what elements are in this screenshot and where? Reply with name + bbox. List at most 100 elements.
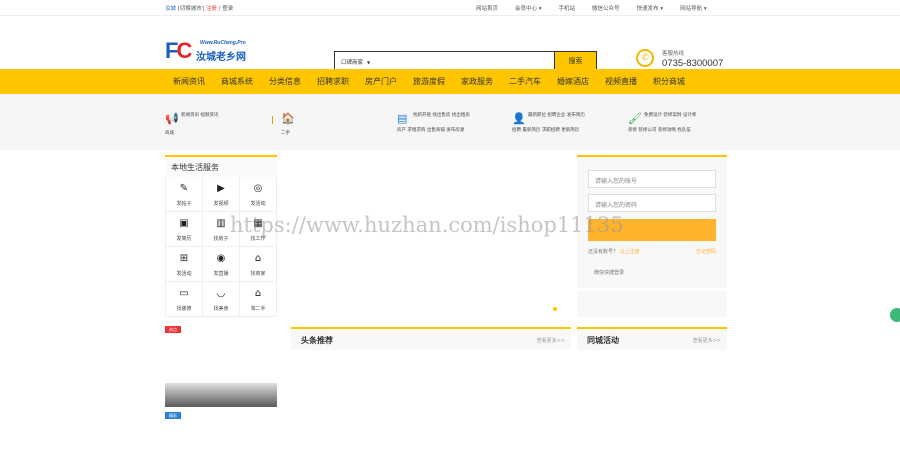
forgot-password-link[interactable]: 忘记密码 (696, 248, 716, 255)
activity-section: 同城活动 查看更多>> (577, 327, 727, 350)
phone-icon: ✆ (636, 49, 654, 67)
house-icon: 🏠 (281, 112, 295, 125)
mobile-site-link[interactable]: 手机站 (559, 4, 576, 12)
nav-live[interactable]: 视频直播 (605, 76, 637, 87)
featured-badge: 精彩 (165, 412, 181, 419)
top-left-links: 汝城 [切换城市] 注册 / 登录 (165, 4, 233, 12)
house-icon: ⌂ (254, 288, 262, 299)
site-nav-link[interactable]: 网站导航 ▾ (680, 4, 707, 12)
logo-url: Www.RuCheng.Pro (200, 40, 246, 46)
service-find-shop[interactable]: ⌂ 找商家 (240, 247, 277, 282)
search-bar: 口碑商家 搜索 (334, 51, 597, 71)
register-now-link[interactable]: 马上注册 (620, 249, 640, 255)
search-button[interactable]: 搜索 (554, 52, 596, 70)
register-link[interactable]: 注册 (206, 6, 217, 12)
strip-news-label[interactable]: 商城 (165, 130, 174, 136)
search-scope-select[interactable]: 口碑商家 (335, 52, 381, 70)
nav-jobs[interactable]: 招聘求职 (317, 76, 349, 87)
header: FC Www.RuCheng.Pro 汝城老乡网 口碑商家 搜索 ✆ 客服热线 … (0, 16, 900, 71)
current-city: 汝城 (165, 6, 177, 12)
headline-title: 头条推荐 (301, 336, 333, 345)
activity-title: 同城活动 (587, 336, 619, 345)
services-grid: ✎ 发帖子 ▶ 发视频 ◎ 发活动 ▣ 发简历 ▥ 找房子 ▦ 找工作 ⊞ 发活动 ◉ 发直播 … (165, 177, 277, 317)
password-input[interactable]: 请输入您的密码 (588, 194, 716, 212)
strip-realestate-sub[interactable]: 房产 求租求购 出售商铺 发布房源 (397, 127, 464, 133)
service-label: 发活动 (176, 271, 192, 277)
headline-section: 头条推荐 查看更多>> (291, 327, 571, 350)
shop-icon: ⌂ (254, 253, 262, 264)
promo-image[interactable] (165, 383, 277, 407)
login-link[interactable]: 登录 (222, 6, 233, 12)
nav-travel[interactable]: 旅游度假 (413, 76, 445, 87)
paint-roller-icon: ▭ (179, 288, 189, 299)
gift-icon: ⊞ (179, 253, 189, 264)
service-food[interactable]: ◡ 找美食 (203, 282, 240, 317)
quick-post-link[interactable]: 快速发布 ▾ (637, 4, 664, 12)
service-label: 发视频 (213, 201, 229, 207)
service-post[interactable]: ✎ 发帖子 (166, 177, 203, 212)
hot-badge: 热点 (165, 326, 181, 333)
strip-decoration-sub[interactable]: 装修 装修公司 装修攻略 找队伍 (628, 127, 691, 133)
nav-wedding[interactable]: 婚嫁酒店 (557, 76, 589, 87)
person-card-icon: ▣ (179, 218, 189, 229)
location-icon: ◎ (253, 183, 263, 194)
wechat-account-link[interactable]: 微信公众号 (592, 4, 620, 12)
logo-fc: FC (165, 38, 192, 63)
service-label: 找美食 (213, 306, 229, 312)
member-center-link[interactable]: 会员中心 ▾ (515, 4, 542, 12)
floating-chat-button[interactable] (890, 308, 900, 322)
service-label: 找装修 (176, 306, 192, 312)
service-label: 发简历 (176, 236, 192, 242)
strip-decoration-links[interactable]: 免费设计 装修案例 设计师 (644, 112, 696, 118)
headline-more-link[interactable]: 查看更多>> (537, 337, 565, 344)
nav-used-cars[interactable]: 二手汽车 (509, 76, 541, 87)
nav-housekeeping[interactable]: 家政服务 (461, 76, 493, 87)
service-live[interactable]: ◉ 发直播 (203, 247, 240, 282)
nav-realestate[interactable]: 房产门户 (365, 76, 397, 87)
nav-mall[interactable]: 商城系统 (221, 76, 253, 87)
service-secondhand[interactable]: ⌂ 淘二手 (240, 282, 277, 317)
nav-news[interactable]: 新闻资讯 (173, 76, 205, 87)
top-bar: 汝城 [切换城市] 注册 / 登录 网站首页 会员中心 ▾ 手机站 微信公众号 … (0, 0, 900, 16)
switch-city-link[interactable]: [切换城市] (178, 6, 204, 12)
home-link[interactable]: 网站首页 (476, 4, 498, 12)
hotline-label: 客服热线 (662, 51, 685, 57)
search-input[interactable] (381, 52, 554, 70)
service-event[interactable]: ⊞ 发活动 (166, 247, 203, 282)
strip-jobs-links[interactable]: 最新职位 招聘企业 发布简历 (528, 112, 585, 118)
login-links: 还没有账号？ 马上注册 忘记密码 (588, 248, 716, 255)
logo-name: 汝城老乡网 (196, 52, 246, 63)
service-label: 淘二手 (250, 306, 266, 312)
site-logo[interactable]: FC Www.RuCheng.Pro 汝城老乡网 (165, 36, 265, 66)
edit-icon: ✎ (179, 183, 189, 194)
nav-classifieds[interactable]: 分类信息 (269, 76, 301, 87)
local-services-title: 本地生活服务 (165, 155, 277, 177)
service-activity[interactable]: ◎ 发活动 (240, 177, 277, 212)
service-decoration[interactable]: ▭ 找装修 (166, 282, 203, 317)
strip-realestate-links[interactable]: 找新开盘 找出售房 找出租房 (413, 112, 470, 118)
activity-more-link[interactable]: 查看更多>> (693, 337, 721, 344)
hotline-number: 0735-8300007 (662, 58, 724, 69)
service-resume[interactable]: ▣ 发简历 (166, 212, 203, 247)
no-account-text: 还没有账号？ (588, 249, 619, 255)
person-icon: 👤 (512, 112, 526, 125)
bowl-icon: ◡ (216, 288, 226, 299)
carousel-dot[interactable] (553, 307, 557, 311)
service-label: 发直播 (213, 271, 229, 277)
watermark: https://www.huzhan.com/ishop11135 (230, 213, 624, 237)
service-label: 找商家 (250, 271, 266, 277)
strip-news-links[interactable]: 新闻资讯 视频资讯 (181, 112, 218, 118)
strip-jobs-sub[interactable]: 招聘 最新简历 求职招聘 更新简历 (512, 127, 579, 133)
nav-points-mall[interactable]: 积分商城 (653, 76, 685, 87)
account-input[interactable]: 请输入您的账号 (588, 170, 716, 188)
paint-roller-icon: 🖌 (628, 112, 642, 125)
camera-icon: ◉ (216, 253, 226, 264)
service-video[interactable]: ▶ 发视频 (203, 177, 240, 212)
strip-separator (272, 116, 273, 124)
main-nav: 新闻资讯 商城系统 分类信息 招聘求职 房产门户 旅游度假 家政服务 二手汽车 … (0, 69, 900, 94)
service-label: 发活动 (250, 201, 266, 207)
top-right-links: 网站首页 会员中心 ▾ 手机站 微信公众号 快速发布 ▾ 网站导航 ▾ (476, 4, 707, 12)
wechat-login-link[interactable]: 微信快捷登录 (594, 269, 624, 276)
strip-secondhand-label[interactable]: 二手 (281, 130, 290, 136)
slash-separator: / (218, 6, 221, 12)
